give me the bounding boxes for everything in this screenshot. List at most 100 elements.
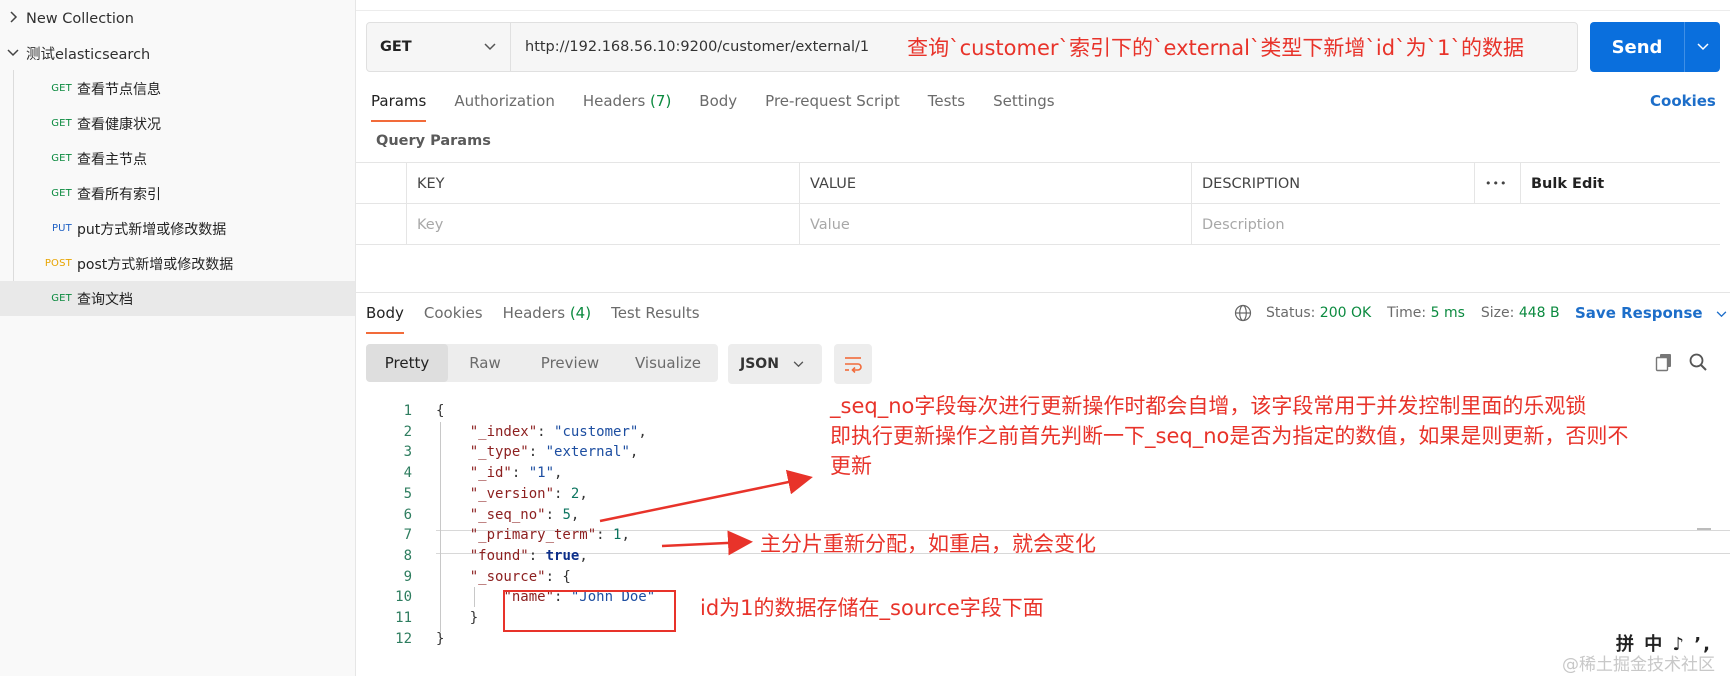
collection-label: New Collection <box>26 11 134 27</box>
line-number: 8 <box>403 547 412 564</box>
seq-no-annotation-line-1: _seq_no字段每次进行更新操作时都会自增，该字段常用于并发控制里面的乐观锁 <box>830 394 1587 418</box>
method-select[interactable]: GET <box>367 23 511 71</box>
indent-guide <box>474 587 475 607</box>
time-value: 5 ms <box>1430 305 1465 321</box>
value-input[interactable]: Value <box>799 204 1191 245</box>
tab-test-results[interactable]: Test Results <box>611 304 699 332</box>
url-input[interactable]: http://192.168.56.10:9200/customer/exter… <box>511 39 869 55</box>
code-line: 5 "_version": 2, <box>356 483 1730 505</box>
chevron-down-icon[interactable] <box>1685 40 1720 55</box>
chevron-down-icon[interactable] <box>0 46 26 61</box>
collection-new-collection[interactable]: New Collection <box>0 2 355 36</box>
globe-icon[interactable] <box>1234 304 1252 322</box>
line-number: 6 <box>403 506 412 523</box>
tab-label: Test Results <box>611 304 700 322</box>
wrap-lines-icon[interactable] <box>834 344 872 384</box>
response-meta: Status: 200 OK Time: 5 ms Size: 448 B <box>1234 304 1560 322</box>
collection-label: 测试elasticsearch <box>26 46 151 63</box>
method-badge: GET <box>51 118 72 129</box>
view-mode-preview[interactable]: Preview <box>522 344 618 382</box>
view-mode-raw[interactable]: Raw <box>448 344 522 382</box>
line-number: 1 <box>403 403 412 419</box>
indent-guide <box>440 422 441 632</box>
chevron-down-icon <box>484 40 496 54</box>
format-select[interactable]: JSON <box>728 344 822 384</box>
request-item[interactable]: GET 查看所有索引 <box>0 176 355 211</box>
line-number: 11 <box>395 610 412 626</box>
method-badge: GET <box>51 153 72 164</box>
search-icon[interactable] <box>1688 352 1708 372</box>
request-item[interactable]: GET 查看节点信息 <box>0 71 355 106</box>
code-text: "found": true, <box>469 547 588 564</box>
params-table: KEY VALUE DESCRIPTION ••• Bulk Edit Key … <box>356 162 1720 245</box>
save-response-label: Save Response <box>1575 304 1703 322</box>
view-mode-toggle: Pretty Raw Preview Visualize <box>366 344 718 382</box>
tab-label: Authorization <box>454 92 555 110</box>
highlight-box <box>503 590 676 632</box>
code-text: } <box>436 630 445 647</box>
seq-no-annotation-line-3: 更新 <box>830 454 872 478</box>
tab-response-body[interactable]: Body <box>366 304 404 334</box>
collection-elasticsearch[interactable]: 测试elasticsearch <box>0 36 355 70</box>
code-line: 4 "_id": "1", <box>356 462 1730 484</box>
tab-body[interactable]: Body <box>699 92 737 120</box>
line-number: 2 <box>403 423 412 440</box>
request-workspace: GET http://192.168.56.10:9200/customer/e… <box>356 0 1730 676</box>
more-options-icon[interactable]: ••• <box>1474 163 1520 204</box>
copy-icon[interactable] <box>1654 352 1674 372</box>
code-line: 9 "_source": { <box>356 566 1730 588</box>
tab-response-headers[interactable]: Headers (4) <box>503 304 591 332</box>
code-text: "_source": { <box>469 568 571 585</box>
request-item-selected[interactable]: GET 查询文档 <box>0 281 355 316</box>
method-badge: GET <box>51 83 72 94</box>
column-header-key: KEY <box>406 163 799 204</box>
request-item[interactable]: POST post方式新增或修改数据 <box>0 246 355 281</box>
tab-authorization[interactable]: Authorization <box>454 92 554 120</box>
request-item[interactable]: GET 查看主节点 <box>0 141 355 176</box>
size-value: 448 B <box>1518 305 1560 321</box>
tab-label: Pre-request Script <box>765 92 900 110</box>
source-annotation: id为1的数据存储在_source字段下面 <box>700 596 1044 620</box>
url-bar: GET http://192.168.56.10:9200/customer/e… <box>366 22 1578 72</box>
request-item[interactable]: PUT put方式新增或修改数据 <box>0 211 355 246</box>
save-response-button[interactable]: Save Response <box>1575 304 1727 322</box>
view-mode-pretty[interactable]: Pretty <box>366 344 448 382</box>
pane-divider[interactable] <box>356 292 1730 293</box>
tab-settings[interactable]: Settings <box>993 92 1055 120</box>
code-text: { <box>436 403 445 419</box>
cookies-link[interactable]: Cookies <box>1650 92 1716 110</box>
send-button[interactable]: Send <box>1590 22 1720 72</box>
column-header-description: DESCRIPTION <box>1191 163 1474 204</box>
method-value: GET <box>380 39 412 55</box>
tab-count: (4) <box>569 304 592 322</box>
send-label: Send <box>1611 36 1663 58</box>
code-text: } <box>436 610 479 626</box>
tab-pre-request-script[interactable]: Pre-request Script <box>765 92 900 120</box>
scrollbar[interactable] <box>1697 528 1711 530</box>
url-annotation: 查询`customer`索引下的`external`类型下新增`id`为`1`的… <box>907 36 1524 60</box>
tab-label: Headers <box>502 304 566 322</box>
tab-response-cookies[interactable]: Cookies <box>424 304 483 332</box>
tab-tests[interactable]: Tests <box>928 92 965 120</box>
size-label: Size: <box>1480 305 1515 321</box>
seq-no-annotation-line-2: 即执行更新操作之前首先判断一下_seq_no是否为指定的数值，如果是则更新，否则… <box>830 424 1629 448</box>
request-label: 查看健康状况 <box>77 116 161 133</box>
code-text: "_id": "1", <box>469 465 563 482</box>
line-number: 7 <box>403 527 412 544</box>
query-params-title: Query Params <box>376 133 491 149</box>
request-label: put方式新增或修改数据 <box>77 221 227 238</box>
tab-count: (7) <box>650 92 672 110</box>
tab-params[interactable]: Params <box>371 92 427 122</box>
description-input[interactable]: Description <box>1191 204 1720 245</box>
chevron-right-icon[interactable] <box>0 11 26 27</box>
code-text: "_primary_term": 1, <box>469 527 630 544</box>
key-input[interactable]: Key <box>406 204 799 245</box>
request-item[interactable]: GET 查看健康状况 <box>0 106 355 141</box>
tab-label: Body <box>699 92 738 110</box>
status-label: Status: <box>1266 305 1316 321</box>
method-badge: GET <box>51 188 72 199</box>
view-mode-visualize[interactable]: Visualize <box>618 344 718 382</box>
tab-headers[interactable]: Headers (7) <box>583 92 671 120</box>
bulk-edit-button[interactable]: Bulk Edit <box>1520 163 1720 204</box>
code-line: 6 "_seq_no": 5, <box>356 504 1730 526</box>
